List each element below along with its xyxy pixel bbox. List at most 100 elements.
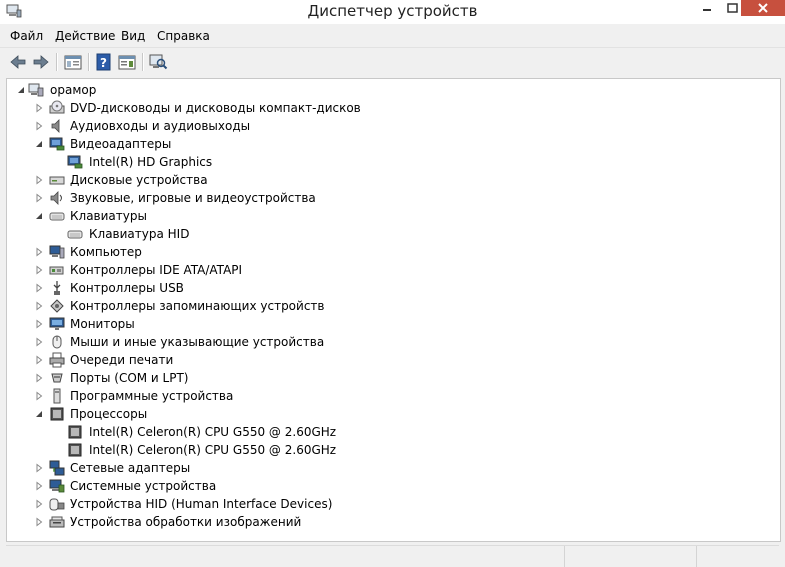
tree-item[interactable]: Сетевые адаптеры — [7, 459, 780, 477]
expanded-triangle-icon[interactable] — [33, 408, 45, 420]
hid-icon — [49, 498, 65, 511]
expanded-triangle-icon[interactable] — [15, 84, 27, 96]
collapsed-triangle-icon[interactable] — [33, 300, 45, 312]
tree-item-label: Порты (COM и LPT) — [70, 371, 189, 385]
tree-item[interactable]: Контроллеры IDE ATA/ATAPI — [7, 261, 780, 279]
scan-hardware-button[interactable] — [148, 52, 168, 72]
tree-item[interactable]: DVD-дисководы и дисководы компакт-дисков — [7, 99, 780, 117]
tree-item[interactable]: Intel(R) Celeron(R) CPU G550 @ 2.60GHz — [7, 423, 780, 441]
tree-item-label: Звуковые, игровые и видеоустройства — [70, 191, 316, 205]
tree-item-label: Контроллеры IDE ATA/ATAPI — [70, 263, 243, 277]
tree-item[interactable]: Клавиатуры — [7, 207, 780, 225]
collapsed-triangle-icon[interactable] — [33, 282, 45, 294]
processor-icon — [68, 425, 82, 439]
collapsed-triangle-icon[interactable] — [33, 192, 45, 204]
window-title: Диспетчер устройств — [307, 2, 478, 20]
tree-item[interactable]: Контроллеры запоминающих устройств — [7, 297, 780, 315]
collapsed-triangle-icon[interactable] — [33, 354, 45, 366]
expanded-triangle-icon[interactable] — [33, 138, 45, 150]
tree-item[interactable]: Мыши и иные указывающие устройства — [7, 333, 780, 351]
monitor-icon — [49, 317, 65, 330]
tree-item-label: Intel(R) Celeron(R) CPU G550 @ 2.60GHz — [89, 443, 337, 457]
tree-item-label: Аудиовходы и аудиовыходы — [70, 119, 251, 133]
tree-item[interactable]: Мониторы — [7, 315, 780, 333]
collapsed-triangle-icon[interactable] — [33, 390, 45, 402]
collapsed-triangle-icon[interactable] — [33, 462, 45, 474]
sound-device-icon — [50, 191, 62, 205]
tree-item[interactable]: Процессоры — [7, 405, 780, 423]
tree-item[interactable]: Intel(R) Celeron(R) CPU G550 @ 2.60GHz — [7, 441, 780, 459]
menu-bar: Файл Действие Вид Справка — [0, 26, 785, 46]
tree-item-label: Клавиатура HID — [89, 227, 190, 241]
tree-item-label: Устройства обработки изображений — [70, 515, 302, 529]
ide-controller-icon — [49, 266, 64, 275]
tree-item[interactable]: Программные устройства — [7, 387, 780, 405]
collapsed-triangle-icon[interactable] — [33, 264, 45, 276]
menu-item[interactable]: Действие — [55, 29, 115, 43]
collapsed-triangle-icon[interactable] — [33, 516, 45, 528]
tree-item-label: Компьютер — [70, 245, 142, 259]
keyboard-icon — [67, 230, 83, 239]
software-device-icon — [53, 388, 61, 404]
tree-item-label: Intel(R) HD Graphics — [89, 155, 213, 169]
back-button[interactable] — [8, 52, 28, 72]
computer-icon — [49, 245, 65, 259]
tree-item-label: Программные устройства — [70, 389, 234, 403]
collapsed-triangle-icon[interactable] — [33, 174, 45, 186]
display-adapter-icon — [67, 155, 83, 169]
tree-item[interactable]: Клавиатура HID — [7, 225, 780, 243]
tree-item[interactable]: Компьютер — [7, 243, 780, 261]
speaker-icon — [51, 119, 60, 133]
toolbar-separator — [88, 53, 90, 71]
tree-item[interactable]: Контроллеры USB — [7, 279, 780, 297]
expanded-triangle-icon[interactable] — [33, 210, 45, 222]
tree-item-label: орамор — [50, 83, 97, 97]
close-icon[interactable] — [741, 0, 785, 16]
collapsed-triangle-icon[interactable] — [33, 480, 45, 492]
menu-item[interactable]: Вид — [121, 29, 145, 43]
tree-item-label: Клавиатуры — [70, 209, 147, 223]
tree-item[interactable]: Аудиовходы и аудиовыходы — [7, 117, 780, 135]
tree-item[interactable]: Порты (COM и LPT) — [7, 369, 780, 387]
menu-item[interactable]: Файл — [10, 29, 43, 43]
collapsed-triangle-icon[interactable] — [33, 498, 45, 510]
processor-icon — [68, 443, 82, 457]
tree-item[interactable]: Очереди печати — [7, 351, 780, 369]
display-adapter-icon — [49, 137, 65, 151]
collapsed-triangle-icon[interactable] — [33, 102, 45, 114]
toolbar-separator — [142, 53, 144, 71]
tree-item-label: Видеоадаптеры — [70, 137, 172, 151]
forward-button[interactable] — [31, 52, 51, 72]
menu-item[interactable]: Справка — [157, 29, 210, 43]
tree-item-label: Контроллеры запоминающих устройств — [70, 299, 325, 313]
tree-item[interactable]: Видеоадаптеры — [7, 135, 780, 153]
tree-item-label: Сетевые адаптеры — [70, 461, 191, 475]
tree-item-label: Процессоры — [70, 407, 148, 421]
help-button[interactable]: ? — [94, 52, 114, 72]
tree-item[interactable]: Устройства HID (Human Interface Devices) — [7, 495, 780, 513]
tree-item[interactable]: Intel(R) HD Graphics — [7, 153, 780, 171]
computer-root-icon — [28, 83, 44, 97]
tree-item[interactable]: Устройства обработки изображений — [7, 513, 780, 531]
tree-item-label: Устройства HID (Human Interface Devices) — [70, 497, 333, 511]
tree-item[interactable]: Системные устройства — [7, 477, 780, 495]
tree-item-label: Системные устройства — [70, 479, 217, 493]
properties-button[interactable] — [117, 52, 137, 72]
tree-item-label: Мыши и иные указывающие устройства — [70, 335, 325, 349]
status-bar — [6, 545, 779, 567]
device-tree: орамор DVD-дисководы и дисководы компакт-… — [6, 78, 781, 542]
show-hide-console-tree-button[interactable] — [63, 52, 83, 72]
collapsed-triangle-icon[interactable] — [33, 372, 45, 384]
tree-item[interactable]: орамор — [7, 81, 780, 99]
processor-icon — [50, 407, 64, 421]
collapsed-triangle-icon[interactable] — [33, 120, 45, 132]
tree-item-label: Контроллеры USB — [70, 281, 184, 295]
collapsed-triangle-icon[interactable] — [33, 246, 45, 258]
minimize-icon[interactable] — [694, 0, 720, 16]
usb-icon — [53, 281, 61, 295]
collapsed-triangle-icon[interactable] — [33, 318, 45, 330]
svg-text:?: ? — [100, 56, 107, 70]
collapsed-triangle-icon[interactable] — [33, 336, 45, 348]
tree-item[interactable]: Звуковые, игровые и видеоустройства — [7, 189, 780, 207]
tree-item[interactable]: Дисковые устройства — [7, 171, 780, 189]
